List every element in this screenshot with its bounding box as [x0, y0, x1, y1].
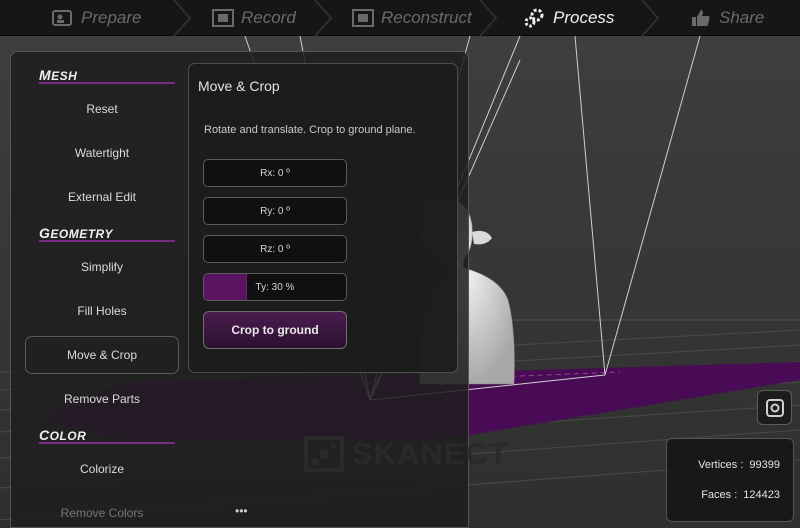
step-share[interactable]: Share: [690, 0, 764, 36]
vertices-label: Vertices :: [698, 459, 744, 471]
more-options-icon[interactable]: •••: [235, 504, 248, 518]
chevron-separator-icon: [314, 0, 333, 36]
menu-remove-colors[interactable]: Remove Colors: [25, 494, 179, 528]
menu-watertight[interactable]: Watertight: [25, 134, 179, 172]
rx-slider[interactable]: Rx: 0 º: [203, 159, 347, 187]
crop-to-ground-button[interactable]: Crop to ground: [203, 311, 347, 349]
ry-slider[interactable]: Ry: 0 º: [203, 197, 347, 225]
chevron-separator-icon: [641, 0, 660, 36]
chevron-separator-icon: [479, 0, 498, 36]
faces-row: Faces : 124423: [701, 489, 780, 501]
ry-label: Ry: 0 º: [260, 205, 290, 217]
step-process-label: Process: [553, 8, 615, 27]
camera-view-icon: [765, 398, 784, 417]
menu-colorize[interactable]: Colorize: [25, 450, 179, 488]
step-reconstruct-label: Reconstruct: [381, 8, 472, 27]
logo-text: SKANECT: [352, 436, 509, 471]
category-geometry: GEOMETRY: [39, 225, 114, 241]
move-crop-panel: Move & Crop Rotate and translate. Crop t…: [188, 63, 458, 373]
rx-label: Rx: 0 º: [260, 167, 290, 179]
step-reconstruct[interactable]: Reconstruct: [352, 0, 472, 36]
id-card-icon: [52, 10, 72, 26]
step-record[interactable]: Record: [212, 0, 296, 36]
category-mesh: MESH: [39, 67, 78, 83]
panel-title: Move & Crop: [198, 78, 280, 94]
gears-icon: [524, 8, 544, 28]
category-underline: [39, 82, 175, 84]
step-process[interactable]: Process: [524, 0, 614, 36]
category-color: COLOR: [39, 427, 87, 443]
chevron-separator-icon: [173, 0, 192, 36]
rz-label: Rz: 0 º: [260, 243, 290, 255]
mesh-stats-panel: Vertices : 99399 Faces : 124423: [666, 438, 794, 522]
category-underline: [39, 240, 175, 242]
skanect-logo: SKANECT: [304, 436, 509, 472]
step-record-label: Record: [241, 8, 296, 27]
thumbs-up-icon: [692, 10, 710, 26]
panel-description: Rotate and translate. Crop to ground pla…: [204, 124, 416, 136]
menu-move-crop[interactable]: Move & Crop: [25, 336, 179, 374]
ty-label: Ty: 30 %: [255, 281, 295, 293]
faces-value: 124423: [743, 489, 780, 501]
menu-reset[interactable]: Reset: [25, 90, 179, 128]
menu-simplify[interactable]: Simplify: [25, 248, 179, 286]
ty-slider-fill: [204, 274, 247, 300]
skanect-logo-icon: [304, 436, 344, 472]
ty-slider[interactable]: Ty: 30 %: [203, 273, 347, 301]
faces-label: Faces :: [701, 489, 738, 501]
film-icon: [352, 9, 374, 27]
rz-slider[interactable]: Rz: 0 º: [203, 235, 347, 263]
step-prepare-label: Prepare: [81, 8, 142, 27]
step-share-label: Share: [719, 8, 765, 27]
menu-external-edit[interactable]: External Edit: [25, 178, 179, 216]
step-prepare[interactable]: Prepare: [52, 0, 141, 36]
view-toggle-button[interactable]: [757, 390, 792, 425]
menu-remove-parts[interactable]: Remove Parts: [25, 380, 179, 418]
vertices-value: 99399: [749, 459, 780, 471]
vertices-row: Vertices : 99399: [698, 459, 780, 471]
menu-fill-holes[interactable]: Fill Holes: [25, 292, 179, 330]
workflow-bar: Prepare Record Reconstruct Process Share: [0, 0, 800, 36]
category-underline: [39, 442, 175, 444]
film-icon: [212, 9, 234, 27]
